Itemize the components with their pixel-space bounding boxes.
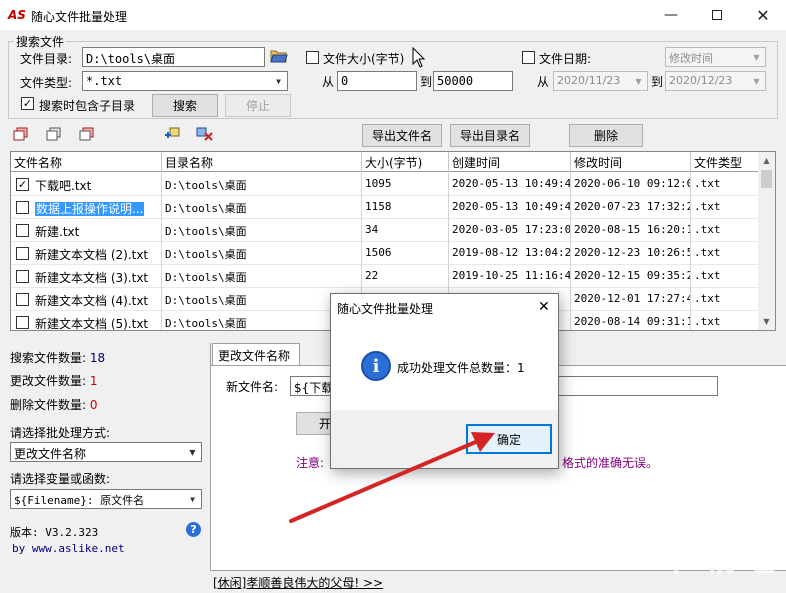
annotation-arrow	[289, 432, 495, 523]
main-window: AS 随心文件批量处理 — ✕ 搜索文件 文件目录: D:\tools\桌面 文…	[0, 0, 786, 593]
